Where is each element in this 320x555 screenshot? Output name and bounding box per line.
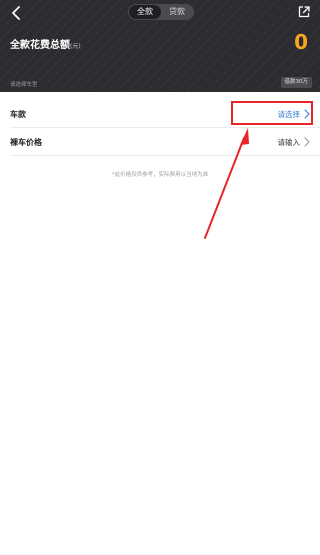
loan-amount-badge[interactable]: 借款30万 (280, 77, 312, 88)
total-cost-label-text: 全款花费总额 (10, 40, 70, 51)
share-icon (298, 6, 310, 18)
back-arrow-icon (12, 6, 20, 20)
cost-summary-header: 全款 贷款 全款花费总额(元) 0 请选择车型 借款30万 (0, 0, 320, 92)
total-cost-label: 全款花费总额(元) (10, 36, 81, 51)
tab-loan[interactable]: 贷款 (161, 5, 193, 19)
tab-full-payment[interactable]: 全款 (129, 5, 161, 19)
share-button[interactable] (297, 5, 311, 19)
price-disclaimer: *此价格仅供参考，实际费用以当地为准 (111, 172, 209, 178)
payment-mode-switch: 全款 贷款 (128, 4, 194, 20)
select-car-hint: 请选择车型 (10, 82, 38, 88)
chevron-right-icon (304, 137, 310, 147)
total-cost-unit: (元) (70, 43, 81, 50)
back-button[interactable] (8, 4, 26, 22)
car-cost-calculator-page: 全款 贷款 全款花费总额(元) 0 请选择车型 借款30万 车款 请选择 裸车价… (0, 0, 320, 555)
bare-car-price-input[interactable]: 请输入 (278, 137, 301, 148)
divider (10, 155, 320, 156)
annotation-highlight-box (231, 101, 313, 125)
car-model-label: 车款 (10, 110, 26, 119)
bare-car-price-row[interactable]: 裸车价格 请输入 (0, 128, 320, 156)
bare-car-price-label: 裸车价格 (10, 138, 42, 147)
total-cost-value: 0 (294, 30, 308, 54)
